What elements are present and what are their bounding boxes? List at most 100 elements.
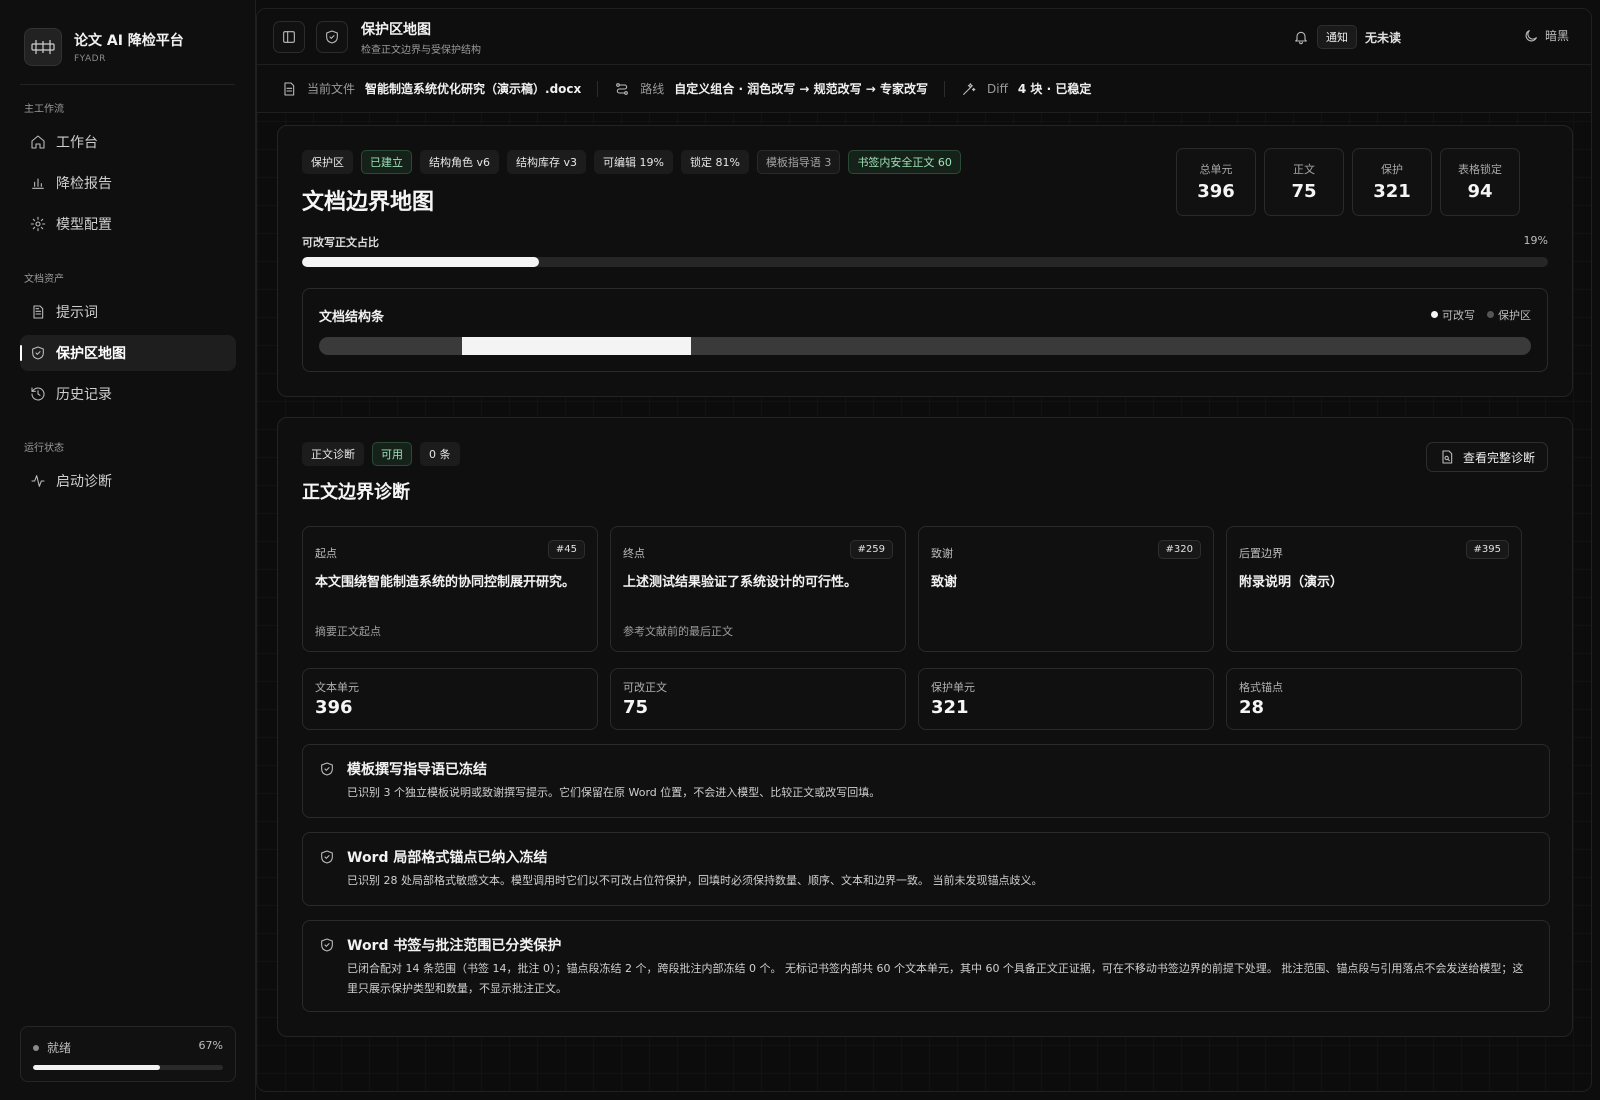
metric-label: 保护单元 [931,681,975,694]
protect-title: 文档边界地图 [302,190,435,215]
note-title: 模板撰写指导语已冻结 [347,762,487,778]
legend-protected: 保护区 [1487,307,1531,323]
boundary-card-end: 终点 #259 上述测试结果验证了系统设计的可行性。 参考文献前的最后正文 [610,526,906,652]
tag-available: 可用 [372,442,412,466]
toggle-sidebar-button[interactable] [273,21,305,53]
boundary-key: 后置边界 [1239,547,1283,560]
sidebar-item-label: 降检报告 [56,176,112,192]
metric-label: 文本单元 [315,681,359,694]
diagnosis-title: 正文边界诊断 [302,482,410,503]
diagnosis-card: 正文诊断 可用 0 条 正文边界诊断 查看完整诊断 起点 #45 本文围绕智能制… [277,417,1573,1037]
metric-protected-units: 保护单元 321 [918,668,1214,730]
stat-total-units: 总单元 396 [1176,148,1256,216]
metric-editable-body: 可改正文 75 [610,668,906,730]
metric-value: 321 [931,697,969,718]
bell-icon [1295,31,1307,45]
brand-subtitle: FYADR [74,54,106,64]
file-label: 当前文件 [307,82,356,96]
boundary-key: 起点 [315,547,337,560]
note-title: Word 书签与批注范围已分类保护 [347,938,562,954]
divider [597,80,599,97]
protect-tags: 保护区 已建立 结构角色 v6 结构库存 v3 可编辑 19% 锁定 81% 模… [302,150,961,174]
tag-structure-inventory: 结构库存 v3 [507,150,587,174]
main-panel: 保护区地图 检查正文边界与受保护结构 通知 无未读 暗黑 当前文件 智能制造系统… [256,8,1592,1092]
shield-check-icon [321,938,333,952]
status-dot [33,1045,39,1051]
magic-wand-icon [963,82,976,95]
status-label: 就绪 [47,1041,72,1055]
diff-label: Diff [987,81,1008,96]
topbar: 保护区地图 检查正文边界与受保护结构 通知 无未读 暗黑 [257,9,1591,65]
note-format-anchors: Word 局部格式锚点已纳入冻结 已识别 28 处局部格式敏感文本。模型调用时它… [302,832,1550,906]
page-icon-button [316,21,348,53]
note-text: 已识别 28 处局部格式敏感文本。模型调用时它们以不可改占位符保护，回填时必须保… [347,874,1043,887]
sidebar-item-label: 历史记录 [56,387,112,403]
brand: 论文 AI 降检平台 FYADR [24,28,184,66]
stat-protected: 保护 321 [1352,148,1432,216]
protect-map-card: 保护区 已建立 结构角色 v6 结构库存 v3 可编辑 19% 锁定 81% 模… [277,125,1573,397]
section-title-assets: 文档资产 [24,274,64,285]
stat-value: 94 [1467,181,1493,202]
sidebar-item-model-config[interactable]: 模型配置 [20,206,236,242]
diff-value: 4 块 · 已稳定 [1017,82,1092,96]
ratio-progress-track [302,257,1548,267]
info-bar: 当前文件 智能制造系统优化研究（演示稿）.docx 路线 自定义组合 · 润色改… [257,65,1591,113]
notify-text: 无未读 [1365,30,1402,45]
page-subtitle: 检查正文边界与受保护结构 [361,45,481,56]
shield-icon [32,346,44,360]
structure-editable-segment [462,337,692,355]
structure-track [319,337,1531,355]
metric-text-units: 文本单元 396 [302,668,598,730]
theme-toggle[interactable]: 暗黑 [1523,27,1569,44]
metric-value: 396 [315,697,353,718]
boundary-index: #320 [1157,540,1201,559]
view-full-diagnosis-button[interactable]: 查看完整诊断 [1425,442,1548,472]
sidebar-item-prompts[interactable]: 提示词 [20,294,236,330]
shield-icon [326,30,338,44]
stat-value: 396 [1197,181,1235,202]
sidebar-item-report[interactable]: 降检报告 [20,165,236,201]
structure-bar-panel: 文档结构条 可改写 保护区 [302,288,1548,372]
note-template-frozen: 模板撰写指导语已冻结 已识别 3 个独立模板说明或致谢撰写提示。它们保留在原 W… [302,744,1550,818]
note-text: 已识别 3 个独立模板说明或致谢撰写提示。它们保留在原 Word 位置，不会进入… [347,786,881,799]
notifications[interactable]: 通知 无未读 [1293,25,1401,49]
status-progress-fill [33,1065,161,1070]
sidebar-item-diagnostics[interactable]: 启动诊断 [20,463,236,499]
sidebar-item-label: 模型配置 [56,217,112,233]
tag-body-diagnosis: 正文诊断 [302,442,364,466]
metric-value: 75 [623,697,649,718]
stat-value: 75 [1291,181,1317,202]
sidebar-item-history[interactable]: 历史记录 [20,376,236,412]
history-icon [31,387,45,401]
tag-structure-role: 结构角色 v6 [420,150,500,174]
boundary-text: 本文围绕智能制造系统的协同控制展开研究。 [315,575,576,590]
notify-badge[interactable]: 通知 [1317,25,1357,49]
metric-format-anchors: 格式锚点 28 [1226,668,1522,730]
shield-check-icon [321,850,333,864]
view-full-diagnosis-label: 查看完整诊断 [1462,450,1535,465]
divider [944,80,946,97]
route-label: 路线 [640,82,665,96]
legend-editable-label: 可改写 [1442,309,1475,322]
stat-body: 正文 75 [1264,148,1344,216]
stat-label: 表格锁定 [1458,163,1502,176]
note-title: Word 局部格式锚点已纳入冻结 [347,850,548,866]
theme-label: 暗黑 [1544,29,1569,43]
status-card: 就绪 67% [20,1026,236,1082]
tag-locked: 锁定 81% [680,150,749,174]
boundary-index: #45 [547,540,585,559]
tag-count: 0 条 [420,442,460,466]
home-icon [31,135,45,149]
sidebar-item-label: 保护区地图 [56,346,126,362]
route-icon [616,82,629,95]
tag-established: 已建立 [361,150,412,174]
file-value: 智能制造系统优化研究（演示稿）.docx [365,82,582,96]
sidebar-item-protect-map[interactable]: 保护区地图 [20,335,236,371]
sidebar-item-workbench[interactable]: 工作台 [20,124,236,160]
status-percent: 67% [198,1039,223,1052]
boundary-index: #395 [1465,540,1509,559]
stat-label: 保护 [1381,163,1403,176]
structure-legend: 可改写 保护区 [1431,307,1531,323]
file-icon [284,81,295,96]
legend-editable: 可改写 [1431,307,1475,323]
